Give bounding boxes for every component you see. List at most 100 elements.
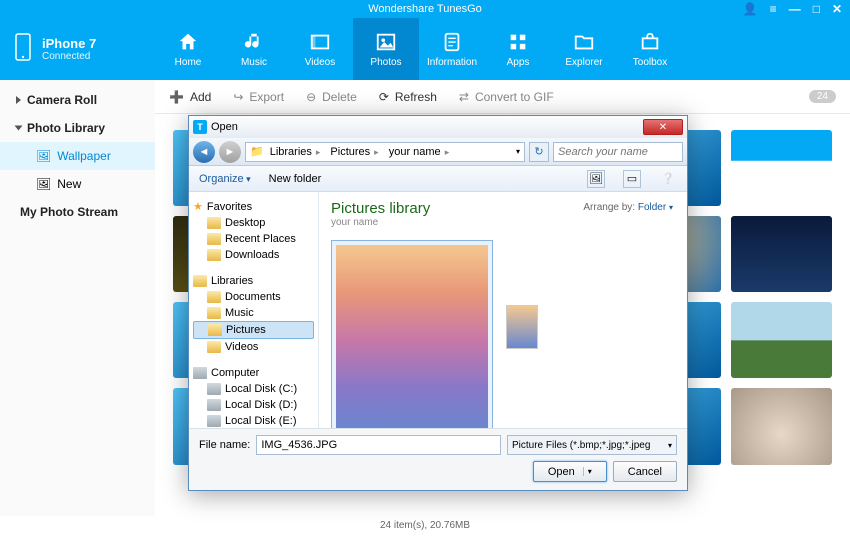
pictures-icon — [208, 324, 222, 336]
delete-button[interactable]: ⊖Delete — [306, 90, 357, 104]
convert-gif-button[interactable]: ⇄Convert to GIF — [459, 90, 554, 104]
count-badge: 24 — [809, 90, 836, 103]
nav-information[interactable]: Information — [419, 18, 485, 80]
disk-icon — [207, 383, 221, 395]
export-button[interactable]: ↪Export — [233, 90, 284, 104]
file-item[interactable]: IMG_4536.JPG — [331, 240, 493, 428]
file-name-input[interactable] — [256, 435, 501, 455]
nav-refresh-button[interactable]: ↻ — [529, 142, 549, 162]
gif-icon: ⇄ — [459, 90, 469, 104]
sidebar-photo-library[interactable]: Photo Library — [0, 114, 155, 142]
breadcrumb-bar[interactable]: 📁 Libraries Pictures your name ▾ — [245, 142, 525, 162]
sidebar-wallpaper[interactable]: 🖼Wallpaper — [0, 142, 155, 170]
nav-toolbox[interactable]: Toolbox — [617, 18, 683, 80]
file-type-filter[interactable]: Picture Files (*.bmp;*.jpg;*.jpeg▾ — [507, 435, 677, 455]
nav-apps[interactable]: Apps — [485, 18, 551, 80]
nav-photos[interactable]: Photos — [353, 18, 419, 80]
preview-toggle-button[interactable]: ▭ — [623, 170, 641, 188]
documents-icon — [207, 291, 221, 303]
nav-videos[interactable]: Videos — [287, 18, 353, 80]
tree-item-videos[interactable]: Videos — [193, 339, 314, 355]
arrange-by[interactable]: Arrange by: Folder ▾ — [583, 202, 673, 213]
tree-computer-header[interactable]: Computer — [193, 365, 314, 381]
chevron-down-icon — [15, 126, 23, 131]
breadcrumb[interactable]: Libraries — [266, 146, 325, 158]
refresh-button[interactable]: ⟳Refresh — [379, 90, 437, 104]
search-input[interactable] — [553, 142, 683, 162]
sidebar: Camera Roll Photo Library 🖼Wallpaper 🖼Ne… — [0, 80, 155, 516]
device-panel[interactable]: iPhone 7 Connected — [0, 18, 155, 80]
library-subheader: your name — [331, 217, 675, 228]
photo-thumb[interactable] — [731, 216, 833, 292]
image-icon: 🖼 — [36, 177, 51, 191]
dialog-close-button[interactable]: ✕ — [643, 119, 683, 135]
delete-icon: ⊖ — [306, 90, 316, 104]
nav-home[interactable]: Home — [155, 18, 221, 80]
dialog-navbar: ◄ ► 📁 Libraries Pictures your name ▾ ↻ — [189, 138, 687, 166]
forward-button[interactable]: ► — [219, 141, 241, 163]
minimize-icon[interactable]: — — [789, 0, 801, 18]
file-name-label: File name: — [199, 439, 250, 451]
chevron-down-icon: ▾ — [669, 203, 673, 212]
photo-thumb[interactable] — [731, 130, 833, 206]
device-status: Connected — [42, 51, 96, 62]
tree-item-recent[interactable]: Recent Places — [193, 231, 314, 247]
folder-tree: ★Favorites Desktop Recent Places Downloa… — [189, 192, 319, 428]
cancel-button[interactable]: Cancel — [613, 461, 677, 482]
tree-item-music[interactable]: Music — [193, 305, 314, 321]
photo-thumb[interactable] — [731, 388, 833, 464]
maximize-icon[interactable]: □ — [813, 0, 820, 18]
menu-icon[interactable]: ≡ — [770, 0, 777, 18]
refresh-icon: ⟳ — [379, 90, 389, 104]
tree-item-disk-d[interactable]: Local Disk (D:) — [193, 397, 314, 413]
dialog-toolbar: Organize New folder 🖼 ▭ ❔ — [189, 166, 687, 192]
tree-item-documents[interactable]: Documents — [193, 289, 314, 305]
new-folder-button[interactable]: New folder — [269, 173, 322, 185]
star-icon: ★ — [193, 200, 203, 213]
organize-button[interactable]: Organize — [199, 173, 251, 185]
chevron-down-icon[interactable]: ▾ — [516, 147, 520, 156]
sidebar-camera-roll[interactable]: Camera Roll — [0, 86, 155, 114]
export-icon: ↪ — [233, 90, 243, 104]
downloads-icon — [207, 249, 221, 261]
recent-icon — [207, 233, 221, 245]
image-icon: 🖼 — [36, 149, 51, 163]
dialog-title: Open — [211, 121, 238, 133]
tree-libraries-header[interactable]: Libraries — [193, 273, 314, 289]
split-chevron-icon[interactable]: ▾ — [583, 467, 592, 476]
open-button[interactable]: Open▾ — [533, 461, 607, 482]
nav-music[interactable]: Music — [221, 18, 287, 80]
phone-icon — [14, 33, 32, 66]
tree-item-disk-e[interactable]: Local Disk (E:) — [193, 413, 314, 428]
computer-icon — [193, 367, 207, 379]
view-mode-button[interactable]: 🖼 — [587, 170, 605, 188]
sidebar-photo-stream[interactable]: My Photo Stream — [0, 198, 155, 226]
breadcrumb[interactable]: Pictures — [326, 146, 382, 158]
nav-explorer[interactable]: Explorer — [551, 18, 617, 80]
videos-icon — [207, 341, 221, 353]
sidebar-new[interactable]: 🖼New — [0, 170, 155, 198]
app-titlebar: Wondershare TunesGo 👤 ≡ — □ ✕ — [0, 0, 850, 18]
help-icon[interactable]: ❔ — [659, 170, 677, 188]
main-header: iPhone 7 Connected Home Music Videos Pho… — [0, 18, 850, 80]
device-name: iPhone 7 — [42, 36, 96, 51]
plus-icon: ➕ — [169, 90, 184, 104]
tree-item-pictures[interactable]: Pictures — [193, 321, 314, 339]
close-icon[interactable]: ✕ — [832, 0, 842, 18]
user-icon[interactable]: 👤 — [743, 0, 758, 18]
file-list-pane: Pictures library your name Arrange by: F… — [319, 192, 687, 428]
library-icon — [193, 275, 207, 287]
add-button[interactable]: ➕Add — [169, 90, 211, 104]
tree-item-downloads[interactable]: Downloads — [193, 247, 314, 263]
folder-icon: 📁 — [250, 145, 264, 158]
dialog-footer: File name: Picture Files (*.bmp;*.jpg;*.… — [189, 428, 687, 490]
breadcrumb[interactable]: your name — [385, 146, 454, 158]
tree-item-desktop[interactable]: Desktop — [193, 215, 314, 231]
status-bar: 24 item(s), 20.76MB — [0, 516, 850, 536]
photo-thumb[interactable] — [731, 302, 833, 378]
dialog-titlebar[interactable]: T Open ✕ — [189, 116, 687, 138]
tree-item-disk-c[interactable]: Local Disk (C:) — [193, 381, 314, 397]
tree-favorites-header[interactable]: ★Favorites — [193, 198, 314, 215]
desktop-icon — [207, 217, 221, 229]
back-button[interactable]: ◄ — [193, 141, 215, 163]
